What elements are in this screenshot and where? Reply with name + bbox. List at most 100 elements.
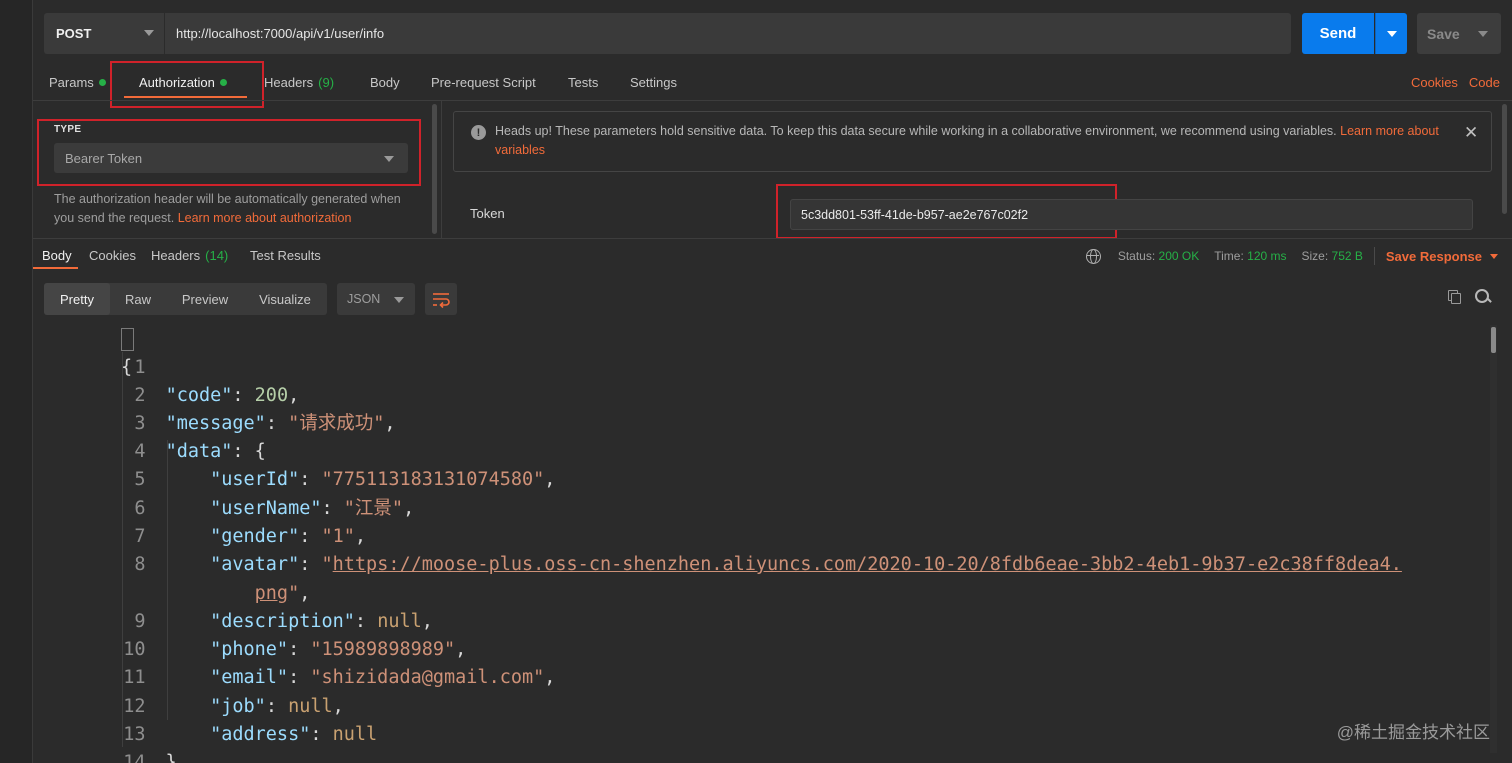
send-button[interactable]: Send — [1302, 13, 1374, 54]
token-input[interactable]: 5c3dd801-53ff-41de-b957-ae2e767c02f2 — [790, 199, 1473, 230]
chevron-down-icon — [384, 156, 394, 162]
code-line: 12 "job": null, — [33, 665, 344, 717]
divider — [441, 100, 442, 238]
response-tab-test-results[interactable]: Test Results — [250, 248, 321, 263]
left-edge-panel — [0, 0, 33, 763]
divider — [1373, 247, 1375, 265]
bracket-match-highlight — [121, 328, 134, 351]
json-value: "1" — [321, 526, 355, 547]
json-value: "江景" — [343, 498, 404, 519]
status-dot-icon — [98, 79, 106, 86]
tab-label: Pre-request Script — [431, 75, 536, 90]
tab-settings[interactable]: Settings — [630, 75, 677, 90]
method-label: POST — [56, 26, 92, 41]
code-line: 14 } — [33, 721, 176, 763]
avatar-link-continued[interactable]: png — [255, 583, 288, 604]
json-value: "shizidada@gmail.com" — [310, 667, 545, 688]
json-value: null — [288, 696, 333, 717]
tab-label: Params — [49, 75, 94, 90]
preview-button[interactable]: Preview — [166, 283, 244, 315]
status-label: Status: — [1117, 249, 1156, 263]
json-value: 200 — [254, 385, 289, 406]
tab-label: Body — [370, 75, 400, 90]
time-value: 120 ms — [1247, 249, 1287, 263]
tab-params[interactable]: Params — [49, 75, 106, 90]
tab-label: Authorization — [139, 75, 215, 90]
pretty-button[interactable]: Pretty — [44, 283, 110, 315]
tab-authorization[interactable]: Authorization — [139, 75, 227, 90]
size-label: Size: — [1301, 249, 1329, 263]
chevron-down-icon — [1387, 31, 1397, 37]
tab-label: Test Results — [250, 248, 321, 263]
json-value: "775113183131074580" — [321, 469, 545, 490]
tab-headers[interactable]: Headers (9) — [264, 75, 334, 90]
json-value: "15989898989" — [310, 639, 456, 660]
copy-icon[interactable] — [1448, 290, 1462, 304]
code-line: 3 "message": "请求成功", — [33, 382, 395, 434]
wrap-lines-button[interactable] — [425, 283, 457, 315]
time-label: Time: — [1214, 249, 1244, 263]
cookies-link[interactable]: Cookies — [1411, 75, 1458, 90]
info-icon: ! — [471, 125, 486, 140]
tab-label: Headers — [151, 248, 201, 263]
response-tab-headers[interactable]: Headers (14) — [151, 248, 228, 263]
auth-type-select[interactable]: Bearer Token — [54, 143, 408, 173]
tab-body[interactable]: Body — [370, 75, 400, 90]
format-select[interactable]: JSON — [337, 283, 415, 315]
response-status-bar: Status: 200 OK Time: 120 ms Size: 752 B … — [1085, 247, 1498, 265]
code-line: 2 "code": 200, — [33, 354, 299, 406]
request-right-links: Cookies Code — [1411, 75, 1500, 90]
json-value: "请求成功" — [288, 413, 385, 434]
chevron-down-icon[interactable] — [1490, 253, 1498, 259]
wrap-lines-icon — [433, 293, 450, 309]
save-label: Save — [1427, 25, 1460, 42]
save-response-button[interactable]: Save Response — [1386, 249, 1482, 264]
visualize-button[interactable]: Visualize — [244, 283, 326, 315]
response-tab-cookies[interactable]: Cookies — [89, 248, 136, 263]
headsup-text: Heads up! These parameters hold sensitiv… — [495, 124, 1341, 138]
scrollbar[interactable] — [1490, 325, 1497, 753]
token-value: 5c3dd801-53ff-41de-b957-ae2e767c02f2 — [801, 207, 1029, 222]
auth-type-value: Bearer Token — [65, 150, 143, 166]
status-dot-icon — [219, 79, 227, 86]
auth-description: The authorization header will be automat… — [54, 190, 404, 238]
tab-count: (9) — [318, 75, 335, 90]
tab-tests[interactable]: Tests — [568, 75, 598, 90]
send-dropdown-button[interactable] — [1375, 13, 1407, 54]
code-link[interactable]: Code — [1469, 75, 1500, 90]
search-icon[interactable] — [1475, 289, 1491, 305]
tab-label: Headers — [264, 75, 314, 90]
headsup-message: Heads up! These parameters hold sensitiv… — [495, 122, 1455, 160]
divider — [33, 238, 1512, 239]
size-value: 752 B — [1331, 249, 1363, 263]
indent-guide — [167, 440, 168, 720]
tab-count: (14) — [205, 248, 229, 263]
close-icon[interactable]: ✕ — [1464, 123, 1478, 143]
tab-pre-request-script[interactable]: Pre-request Script — [431, 75, 536, 90]
url-input[interactable]: http://localhost:7000/api/v1/user/info — [165, 13, 1291, 54]
scrollbar[interactable] — [432, 104, 437, 234]
response-tab-body[interactable]: Body — [42, 248, 72, 263]
tab-label: Body — [42, 248, 72, 263]
code-line: 5 "userId": "775113183131074580", — [33, 438, 555, 490]
token-label: Token — [470, 206, 505, 221]
tab-label: Tests — [568, 75, 599, 90]
code-line: 1{ — [33, 326, 146, 378]
method-select[interactable]: POST — [44, 13, 164, 54]
raw-button[interactable]: Raw — [110, 283, 166, 315]
globe-icon[interactable] — [1085, 248, 1101, 264]
line-number: 1 — [134, 357, 146, 378]
avatar-link[interactable]: https://moose-plus.oss-cn-shenzhen.aliyu… — [333, 554, 1402, 575]
code-line: 4 "data": { — [33, 410, 265, 462]
active-tab-indicator — [124, 96, 247, 98]
indent-guide — [122, 352, 123, 747]
scrollbar[interactable] — [1502, 104, 1507, 214]
learn-more-authorization-link[interactable]: Learn more about authorization — [178, 211, 352, 225]
response-body-editor[interactable]: 1{ 2 "code": 200, 3 "message": "请求成功", 4… — [33, 325, 1493, 763]
auth-type-label: TYPE — [54, 124, 82, 135]
code-line: 8 "avatar": "https://moose-plus.oss-cn-s… — [33, 523, 1401, 575]
divider — [33, 100, 1512, 101]
url-text: http://localhost:7000/api/v1/user/info — [176, 26, 385, 41]
save-button[interactable]: Save — [1417, 13, 1501, 54]
tab-label: Settings — [630, 75, 677, 90]
